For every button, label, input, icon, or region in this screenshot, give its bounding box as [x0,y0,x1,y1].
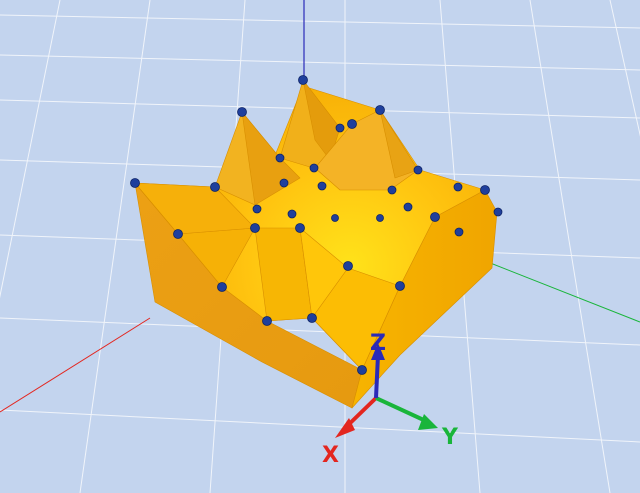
y-axis-label: Y [441,425,459,450]
x-axis-label: X [322,443,339,468]
terrain-mesh[interactable] [134,79,498,409]
x-axis-arrow[interactable]: X [322,396,378,468]
y-axis-arrow[interactable]: Y [375,396,459,450]
y-axis-line [469,254,640,323]
x-axis-line [0,317,151,413]
3d-viewport[interactable]: X Y Z [0,0,640,493]
z-axis-label: Z [370,331,386,356]
scene-canvas[interactable]: X Y Z [0,0,640,493]
